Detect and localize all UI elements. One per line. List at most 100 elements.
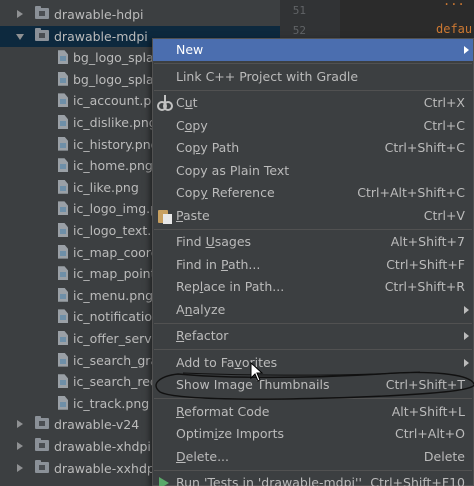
menu-item-label: New — [176, 42, 204, 57]
menu-item-delete[interactable]: Delete... Delete — [153, 446, 473, 468]
menu-item-shortcut: Ctrl+Shift+F10 — [370, 475, 465, 486]
image-file-icon — [58, 158, 68, 173]
menu-item-label: Copy as Plain Text — [176, 162, 290, 178]
menu-item-label: Delete... — [176, 448, 230, 464]
image-file-icon — [58, 266, 68, 281]
menu-item-find-in-path[interactable]: Find in Path... Ctrl+Shift+F — [153, 254, 473, 276]
image-file-icon — [58, 331, 68, 345]
menu-item-link-c-project-with-gradle[interactable]: Link C++ Project with Gradle — [153, 66, 473, 88]
menu-item-replace-in-path[interactable]: Replace in Path... Ctrl+Shift+R — [153, 276, 473, 298]
editor-gutter: 51 52 — [280, 0, 340, 40]
menu-item-shortcut: Alt+Shift+L — [391, 403, 465, 419]
menu-item-shortcut: Ctrl+Shift+F — [386, 256, 465, 272]
tree-item-label: drawable-xhdpi — [54, 439, 151, 454]
context-menu: New Link C++ Project with Gradle Cut Ctrl+X… — [152, 38, 474, 486]
menu-item-shortcut: Ctrl+C — [423, 117, 465, 133]
run-icon — [159, 477, 169, 486]
menu-item-copy-path[interactable]: Copy Path Ctrl+Shift+C — [153, 137, 473, 159]
menu-item-label: Paste — [176, 207, 210, 223]
submenu-arrow-icon — [464, 332, 469, 340]
menu-item-analyze[interactable]: Analyze — [153, 299, 473, 321]
menu-item-label: Link C++ Project with Gradle — [176, 68, 359, 84]
menu-item-label: Run 'Tests in 'drawable-mdpi'' — [176, 475, 362, 486]
image-file-icon — [58, 71, 68, 86]
image-file-icon — [58, 115, 68, 129]
image-file-icon — [58, 287, 68, 302]
folder-icon — [35, 27, 49, 41]
menu-item-shortcut: Ctrl+X — [423, 95, 465, 110]
menu-item-show-image-thumbnails[interactable]: Show Image Thumbnails Ctrl+Shift+T — [153, 374, 473, 396]
menu-item-cut[interactable]: Cut Ctrl+X — [153, 92, 473, 114]
editor-code-text: defau — [436, 22, 473, 36]
menu-item-shortcut: Ctrl+Shift+R — [384, 279, 465, 294]
menu-item-label: Reformat Code — [176, 403, 270, 419]
menu-item-shortcut: Ctrl+Alt+Shift+C — [357, 185, 465, 200]
menu-separator — [154, 349, 472, 350]
menu-separator — [154, 322, 472, 324]
menu-item-run-tests-in-drawable-mdpi[interactable]: Run 'Tests in 'drawable-mdpi'' Ctrl+Shift… — [153, 472, 473, 486]
menu-item-label: Analyze — [176, 301, 226, 317]
menu-item-shortcut: Ctrl+Shift+C — [384, 140, 465, 155]
menu-item-copy[interactable]: Copy Ctrl+C — [153, 115, 473, 137]
menu-item-label: Replace in Path... — [176, 279, 285, 294]
chevron-right-icon[interactable] — [17, 463, 23, 472]
scissors-icon — [157, 95, 173, 111]
image-file-icon — [58, 374, 68, 389]
menu-item-add-to-favorites[interactable]: Add to Favorites — [153, 352, 473, 374]
tree-item-label: drawable-mdpi — [54, 28, 148, 44]
menu-separator — [154, 398, 472, 399]
chevron-right-icon[interactable] — [17, 442, 23, 450]
mouse-pointer-icon — [250, 362, 264, 382]
menu-item-shortcut: Delete — [423, 448, 465, 464]
line-number: 51 — [292, 4, 306, 17]
menu-separator — [154, 63, 472, 64]
tree-item-label: ic_dislike.png — [73, 115, 157, 130]
tree-item-label: drawable-xxhdpi — [54, 460, 159, 476]
menu-item-reformat-code[interactable]: Reformat Code Alt+Shift+L — [153, 401, 473, 423]
tree-item-label: ic_home.png — [73, 158, 153, 174]
chevron-right-icon[interactable] — [17, 420, 23, 429]
image-file-icon — [58, 136, 68, 151]
menu-item-copy-as-plain-text[interactable]: Copy as Plain Text — [153, 160, 473, 182]
submenu-arrow-icon — [464, 305, 469, 314]
folder-icon — [35, 6, 49, 19]
menu-item-label: Copy Path — [176, 140, 240, 155]
menu-item-copy-reference[interactable]: Copy Reference Ctrl+Alt+Shift+C — [153, 182, 473, 204]
menu-item-shortcut: Ctrl+V — [423, 207, 465, 223]
chevron-down-icon[interactable] — [16, 33, 24, 40]
menu-item-paste[interactable]: Paste Ctrl+V — [153, 205, 473, 227]
paste-icon — [157, 208, 173, 224]
image-file-icon — [58, 395, 68, 410]
menu-item-shortcut: Ctrl+Alt+O — [395, 426, 465, 441]
menu-item-label: Refactor — [176, 328, 229, 343]
menu-item-new[interactable]: New — [153, 39, 473, 61]
tree-item-label: ic_search_red — [73, 374, 158, 390]
line-number: 52 — [292, 24, 306, 37]
image-file-icon — [58, 352, 68, 367]
tree-folder-item[interactable]: drawable-hdpi — [0, 4, 280, 25]
menu-item-optimize-imports[interactable]: Optimize Imports Ctrl+Alt+O — [153, 423, 473, 445]
tree-item-label: ic_track.png — [73, 395, 150, 411]
folder-icon — [35, 438, 49, 451]
menu-item-refactor[interactable]: Refactor — [153, 325, 473, 347]
image-file-icon — [58, 179, 68, 194]
menu-item-label: Optimize Imports — [176, 426, 285, 441]
menu-item-find-usages[interactable]: Find Usages Alt+Shift+7 — [153, 231, 473, 253]
submenu-arrow-icon — [464, 358, 469, 367]
menu-item-label: Find in Path... — [176, 256, 261, 272]
image-file-icon — [58, 244, 68, 259]
code-editor[interactable]: ... defau — [340, 0, 474, 40]
menu-separator — [154, 228, 472, 230]
menu-item-label: Copy — [176, 117, 208, 133]
tree-item-label: ic_menu.png — [73, 287, 154, 303]
image-file-icon — [58, 223, 68, 237]
menu-separator — [154, 469, 472, 471]
editor-code-fragment: ... — [443, 0, 465, 8]
image-file-icon — [58, 93, 68, 108]
tree-item-label: drawable-v24 — [54, 417, 140, 433]
tree-item-label: ic_map_coord — [73, 244, 159, 260]
chevron-right-icon[interactable] — [17, 10, 23, 18]
image-file-icon — [58, 309, 68, 324]
tree-item-label: ic_history.png — [73, 136, 159, 152]
menu-separator — [154, 89, 472, 91]
